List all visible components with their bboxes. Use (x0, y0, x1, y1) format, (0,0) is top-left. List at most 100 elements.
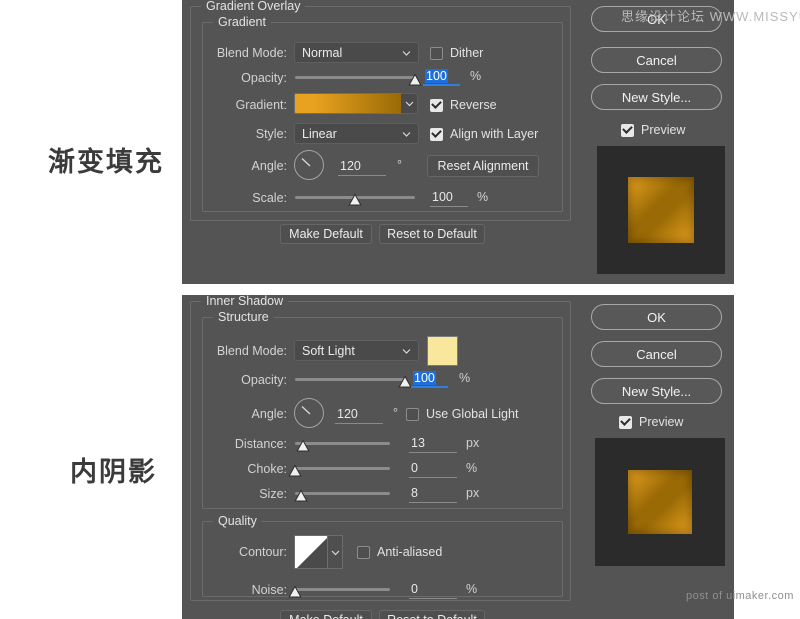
gradient-overlay-title: Gradient Overlay (201, 0, 305, 13)
shadow-color-swatch[interactable] (427, 336, 458, 366)
layer-preview (597, 146, 725, 274)
inner-shadow-dialog: Inner Shadow Structure Blend Mode: Soft … (182, 295, 734, 619)
inner-shadow-body: Inner Shadow Structure Blend Mode: Soft … (182, 295, 579, 619)
choke-label: Choke: (206, 462, 287, 476)
is-angle-dial[interactable] (294, 398, 324, 428)
noise-value: 0 (411, 582, 418, 596)
opacity-slider-thumb[interactable] (409, 74, 422, 86)
distance-unit: px (466, 436, 479, 450)
angle-label: Angle: (212, 159, 287, 173)
is-make-default-button[interactable]: Make Default (280, 610, 372, 619)
chevron-down-icon (405, 99, 414, 108)
scale-label: Scale: (212, 191, 287, 205)
is-opacity-field[interactable]: 100 (411, 370, 448, 388)
is-preview-checkbox-row[interactable]: Preview (619, 415, 683, 429)
opacity-unit: % (470, 69, 481, 83)
is-reset-to-default-button[interactable]: Reset to Default (379, 610, 485, 619)
reset-alignment-button[interactable]: Reset Alignment (427, 155, 539, 177)
preview-label: Preview (641, 123, 685, 137)
is-ok-button[interactable]: OK (591, 304, 722, 330)
distance-field[interactable]: 13 (409, 435, 457, 453)
preview-checkbox-row[interactable]: Preview (621, 123, 685, 137)
scale-slider-thumb[interactable] (349, 194, 362, 206)
blend-mode-value: Normal (302, 46, 342, 60)
choke-slider-thumb[interactable] (289, 465, 302, 477)
angle-value: 120 (340, 159, 361, 173)
is-opacity-unit: % (459, 371, 470, 385)
reverse-checkbox-row[interactable]: Reverse (430, 98, 497, 112)
blend-mode-label: Blend Mode: (212, 46, 287, 60)
use-global-light-checkbox[interactable] (406, 408, 419, 421)
choke-slider[interactable] (295, 463, 390, 481)
anti-aliased-row[interactable]: Anti-aliased (357, 545, 442, 559)
noise-label: Noise: (206, 583, 287, 597)
align-with-layer-checkbox-row[interactable]: Align with Layer (430, 127, 538, 141)
dither-checkbox[interactable] (430, 47, 443, 60)
noise-slider-thumb[interactable] (289, 586, 302, 598)
is-opacity-value: 100 (413, 371, 436, 385)
opacity-slider-track (295, 76, 415, 79)
angle-field[interactable]: 120 (338, 158, 386, 176)
new-style-button[interactable]: New Style... (591, 84, 722, 110)
style-select[interactable]: Linear (294, 123, 419, 144)
align-with-layer-checkbox[interactable] (430, 128, 443, 141)
size-field[interactable]: 8 (409, 485, 457, 503)
choke-field[interactable]: 0 (409, 460, 457, 478)
opacity-slider[interactable] (295, 72, 415, 90)
is-layer-preview (595, 438, 725, 566)
cancel-button[interactable]: Cancel (591, 47, 722, 73)
distance-slider-thumb[interactable] (296, 440, 309, 452)
is-opacity-slider-thumb[interactable] (399, 376, 412, 388)
gradient-preview-swatch[interactable] (294, 93, 402, 114)
scale-slider[interactable] (295, 192, 415, 210)
scale-field[interactable]: 100 (430, 189, 468, 207)
size-slider-thumb[interactable] (294, 490, 307, 502)
noise-field[interactable]: 0 (409, 581, 457, 599)
is-opacity-slider[interactable] (295, 374, 405, 392)
gradient-overlay-side-panel: OK Cancel New Style... Preview (579, 0, 734, 284)
is-blend-mode-label: Blend Mode: (212, 344, 287, 358)
is-blend-mode-select[interactable]: Soft Light (294, 340, 419, 361)
gradient-section-title: Gradient (213, 15, 271, 29)
layer-preview-shape (628, 177, 694, 243)
preview-checkbox[interactable] (621, 124, 634, 137)
gradient-overlay-dialog: Gradient Overlay Gradient Blend Mode: No… (182, 0, 734, 284)
is-new-style-button[interactable]: New Style... (591, 378, 722, 404)
contour-swatch[interactable] (294, 535, 328, 569)
distance-slider[interactable] (295, 438, 390, 456)
align-with-layer-label: Align with Layer (450, 127, 538, 141)
chevron-down-icon (402, 129, 411, 138)
is-angle-label: Angle: (212, 407, 287, 421)
angle-dial[interactable] (294, 150, 324, 180)
size-slider[interactable] (295, 488, 390, 506)
reverse-label: Reverse (450, 98, 497, 112)
style-label: Style: (212, 127, 287, 141)
use-global-light-row[interactable]: Use Global Light (406, 407, 518, 421)
use-global-light-label: Use Global Light (426, 407, 518, 421)
is-opacity-label: Opacity: (212, 373, 287, 387)
is-angle-value: 120 (337, 407, 358, 421)
opacity-field[interactable]: 100 (423, 68, 460, 86)
size-value: 8 (411, 486, 418, 500)
is-preview-checkbox[interactable] (619, 416, 632, 429)
style-value: Linear (302, 127, 337, 141)
reset-to-default-button[interactable]: Reset to Default (379, 224, 485, 244)
size-slider-track (295, 492, 390, 495)
contour-picker-button[interactable] (328, 535, 343, 569)
is-angle-field[interactable]: 120 (335, 406, 383, 424)
noise-slider[interactable] (295, 584, 390, 602)
is-cancel-button[interactable]: Cancel (591, 341, 722, 367)
gradient-overlay-body: Gradient Overlay Gradient Blend Mode: No… (182, 0, 579, 284)
dither-label: Dither (450, 46, 483, 60)
anti-aliased-checkbox[interactable] (357, 546, 370, 559)
make-default-button[interactable]: Make Default (280, 224, 372, 244)
size-unit: px (466, 486, 479, 500)
is-layer-preview-shape (628, 470, 692, 534)
gradient-picker-button[interactable] (401, 93, 418, 114)
dither-checkbox-row[interactable]: Dither (430, 46, 483, 60)
distance-label: Distance: (206, 437, 287, 451)
choke-value: 0 (411, 461, 418, 475)
choke-slider-track (295, 467, 390, 470)
reverse-checkbox[interactable] (430, 99, 443, 112)
blend-mode-select[interactable]: Normal (294, 42, 419, 63)
